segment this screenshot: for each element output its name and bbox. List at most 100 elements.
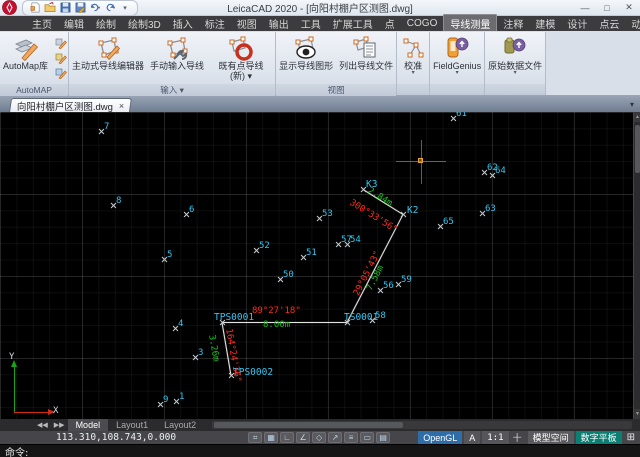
tab-layout2[interactable]: Layout2 [156,419,204,431]
menu-tab-6[interactable]: 视图 [231,15,263,32]
save-icon[interactable] [59,2,71,14]
automap-run-icon[interactable] [53,36,68,50]
raw-data-dropdown-icon[interactable]: ▾ [514,71,517,76]
menu-tab-15[interactable]: 设计 [561,15,593,32]
model-space-button[interactable]: 模型空间 [528,431,574,444]
station-marker-K2[interactable] [400,211,407,218]
maximize-button[interactable]: □ [596,0,618,15]
fieldgenius-button[interactable]: FieldGenius ▾ [430,34,484,84]
menu-tab-7[interactable]: 输出 [263,15,295,32]
redo-icon[interactable] [104,2,116,14]
panel-label-input[interactable]: 输入 ▾ [69,84,275,96]
point-label-7[interactable]: 7 [104,122,109,132]
point-label-59[interactable]: 59 [401,275,412,285]
menu-tab-0[interactable]: 主页 [26,15,58,32]
point-label-64[interactable]: 64 [495,166,506,176]
traverse-annotation-2[interactable]: 164°24'36" [223,328,242,383]
point-label-51[interactable]: 51 [306,248,317,258]
command-line[interactable]: 命令: [0,444,640,457]
point-label-8[interactable]: 8 [116,196,121,206]
point-label-9[interactable]: 9 [163,395,168,405]
menu-tab-16[interactable]: 点云 [593,15,625,32]
leica-logo-icon[interactable] [2,0,17,15]
saveas-icon[interactable] [74,2,86,14]
traverse-annotation-7[interactable]: 2.84m [366,186,394,209]
document-tab[interactable]: 向阳村棚户区测图.dwg × [9,98,132,112]
menu-tab-4[interactable]: 插入 [167,15,199,32]
point-label-4[interactable]: 4 [178,319,183,329]
point-label-54[interactable]: 54 [350,235,361,245]
point-label-1[interactable]: 1 [179,392,184,402]
horizontal-scrollbar[interactable] [212,421,632,429]
station-label-K2[interactable]: K2 [407,205,418,216]
point-label-50[interactable]: 50 [283,270,294,280]
calibration-dropdown-icon[interactable]: ▾ [412,71,415,76]
active-traverse-editor-button[interactable]: 主动式导线编辑器 [69,34,147,84]
esnap-toggle-icon[interactable]: ◇ [312,432,326,443]
scroll-down-icon[interactable]: ▼ [634,409,640,419]
menu-tab-2[interactable]: 绘制 [90,15,122,32]
raw-data-file-button[interactable]: 原始数据文件 ▾ [485,34,545,84]
dyn-toggle-icon[interactable]: ▭ [360,432,374,443]
show-traverse-graphics-button[interactable]: 显示导线图形 [276,34,336,84]
menu-tab-3[interactable]: 绘制3D [122,15,167,32]
automap-library-button[interactable]: AutoMap库 [0,34,51,84]
menu-tab-1[interactable]: 编辑 [58,15,90,32]
document-tab-close-icon[interactable]: × [119,101,124,111]
grid-toggle-icon[interactable]: ▦ [264,432,278,443]
tab-nav-first-icon[interactable]: ◀◀ [34,421,51,429]
menu-tab-10[interactable]: 点 [379,15,401,32]
list-traverse-file-button[interactable]: 列出导线文件 [336,34,396,84]
ortho-toggle-icon[interactable]: ∟ [280,432,294,443]
new-file-icon[interactable] [29,2,41,14]
workspace-grid-icon[interactable]: ⊞ [622,432,640,443]
traverse-annotation-1[interactable]: 8.00m [263,320,290,330]
automap-edit-icon[interactable] [53,51,68,65]
point-label-56[interactable]: 56 [383,281,394,291]
minimize-button[interactable]: — [574,0,596,15]
scroll-up-icon[interactable]: ▲ [634,112,640,122]
fieldgenius-dropdown-icon[interactable]: ▾ [456,71,459,76]
menu-tab-13[interactable]: 注释 [497,15,529,32]
horizontal-scroll-thumb[interactable] [214,422,403,428]
polar-toggle-icon[interactable]: ∠ [296,432,310,443]
point-label-61[interactable]: 61 [456,112,467,119]
menu-tab-17[interactable]: 动画 [625,15,640,32]
calibration-button[interactable]: 校准 ▾ [397,34,429,84]
digitizer-button[interactable]: 数字平板 [576,431,622,444]
qat-customize-icon[interactable]: ▾ [119,2,131,14]
automap-settings-icon[interactable] [53,66,68,80]
tab-list-dropdown-icon[interactable]: ▾ [630,100,634,109]
menu-tab-8[interactable]: 工具 [295,15,327,32]
vertical-scrollbar[interactable]: ▲ ▼ [633,112,640,419]
opengl-button[interactable]: OpenGL [418,431,462,444]
manual-input-traverse-button[interactable]: 手动输入导线 [147,34,207,84]
open-file-icon[interactable] [44,2,56,14]
traverse-annotation-0[interactable]: 89°27'18" [252,306,301,316]
tab-model[interactable]: Model [68,419,109,431]
tab-nav-last-icon[interactable]: ▶▶ [51,421,68,429]
point-label-63[interactable]: 63 [485,204,496,214]
vertical-scroll-thumb[interactable] [635,125,640,173]
existing-points-traverse-button[interactable]: 既有点导线 (新) ▾ [207,34,275,84]
lwt-toggle-icon[interactable]: ≡ [344,432,358,443]
scale-button[interactable]: 1:1 [482,431,508,444]
tab-layout1[interactable]: Layout1 [108,419,156,431]
close-button[interactable]: ✕ [618,0,640,15]
menu-tab-9[interactable]: 扩展工具 [327,15,379,32]
traverse-annotation-3[interactable]: 3.26m [206,334,221,362]
point-label-3[interactable]: 3 [198,348,203,358]
etrack-toggle-icon[interactable]: ↗ [328,432,342,443]
drawing-canvas[interactable]: Y X 786553525150575443916162646365565958… [0,112,633,419]
coordinate-readout[interactable]: 113.310,108.743,0.000 [56,432,176,443]
menu-tab-11[interactable]: COGO [401,17,444,30]
point-label-53[interactable]: 53 [322,209,333,219]
station-label-TS0001[interactable]: TS0001 [344,312,378,323]
station-label-TPS0001[interactable]: TPS0001 [214,312,254,323]
point-label-52[interactable]: 52 [259,241,270,251]
point-label-5[interactable]: 5 [167,250,172,260]
menu-tab-14[interactable]: 建模 [529,15,561,32]
point-label-6[interactable]: 6 [189,205,194,215]
crosshair-toggle-icon[interactable]: 十 [509,431,526,444]
point-label-65[interactable]: 65 [443,217,454,227]
